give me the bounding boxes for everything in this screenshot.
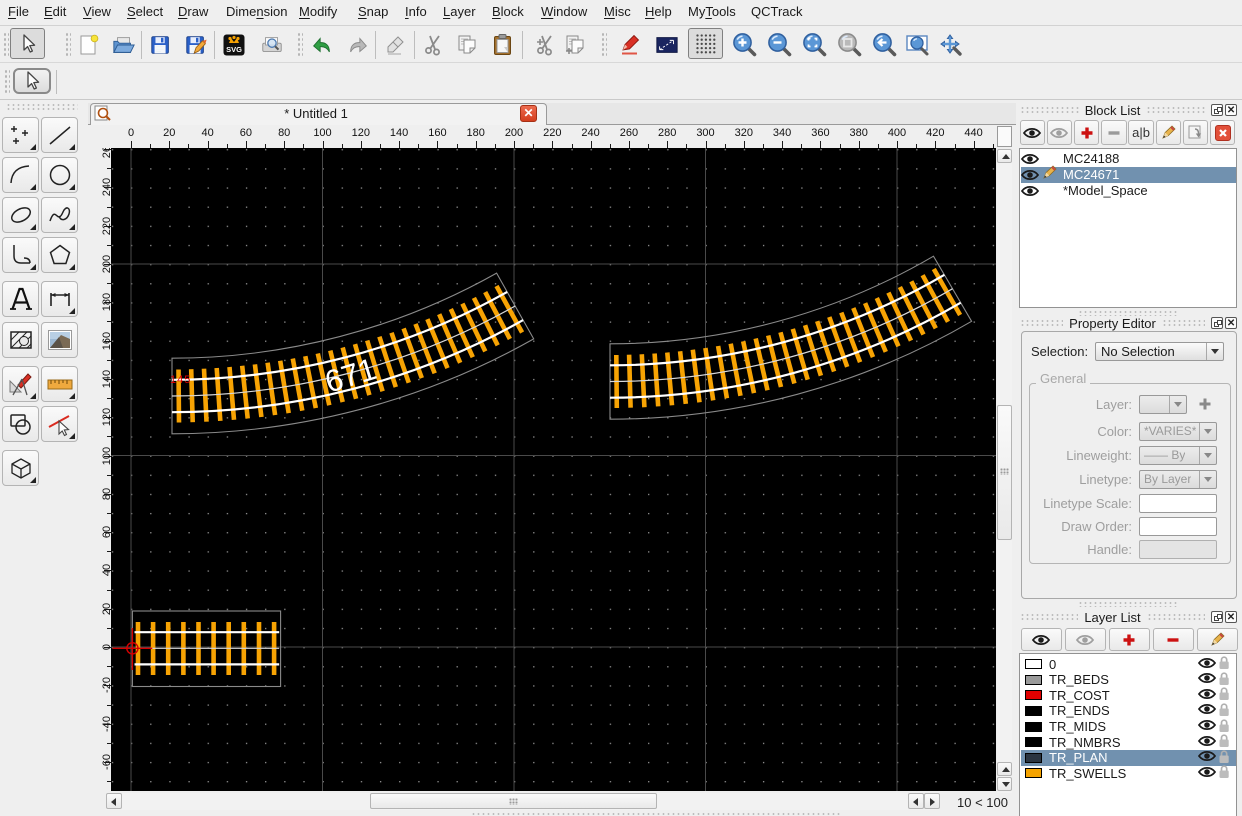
svg-text:SVG: SVG [226, 45, 242, 54]
svg-text:145: 145 [170, 374, 191, 386]
